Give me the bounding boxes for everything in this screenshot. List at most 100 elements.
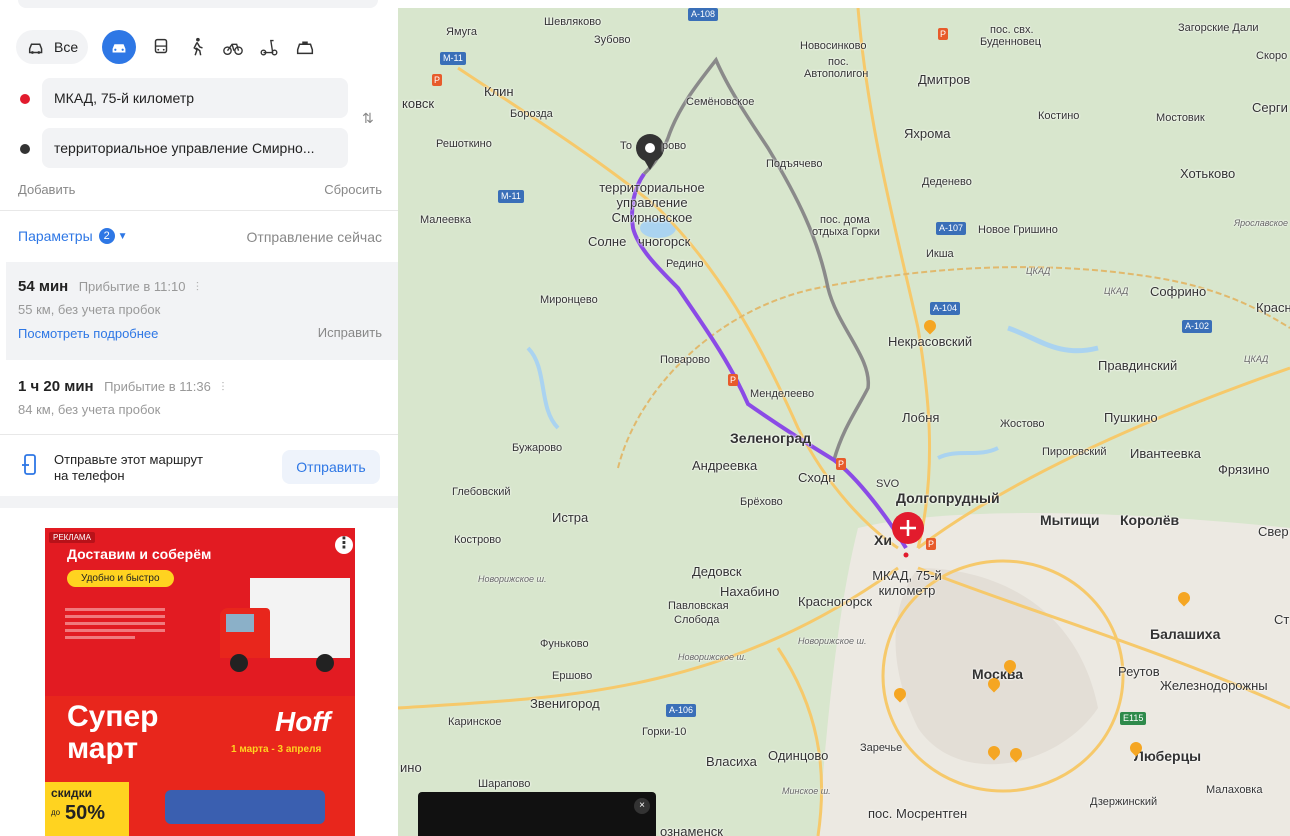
route-details-link[interactable]: Посмотреть подробнее xyxy=(18,326,158,341)
map-label: Икша xyxy=(926,248,954,260)
transport-modes: Все xyxy=(16,28,386,66)
map-label: Зубово xyxy=(594,34,631,46)
map-label: Скоро xyxy=(1256,50,1288,62)
map-label: Клин xyxy=(484,84,514,99)
fuel-station-icon: P xyxy=(938,28,949,40)
map-label: пос. дома xyxy=(820,214,870,226)
mode-all-button[interactable]: Все xyxy=(16,30,89,64)
map-label: Деденево xyxy=(922,176,972,188)
map[interactable]: Ямуга Шевляково Зубово А-108 Новосинково… xyxy=(398,8,1290,836)
map-label: Дмитров xyxy=(918,72,971,87)
map-label: Малеевка xyxy=(420,214,472,226)
map-label: Балашиха xyxy=(1150,626,1221,642)
map-label: Кострово xyxy=(454,534,502,546)
send-button[interactable]: Отправить xyxy=(282,450,380,484)
swap-points-icon[interactable]: ⇅ xyxy=(362,110,374,127)
mode-walk-button[interactable] xyxy=(186,30,208,64)
route-fix-link[interactable]: Исправить xyxy=(318,325,382,340)
traffic-light-icon: ⫶ xyxy=(195,280,199,294)
map-label: отдыха Горки xyxy=(812,226,880,238)
map-label: ино xyxy=(400,760,422,775)
mode-taxi-button[interactable] xyxy=(294,30,316,64)
map-label: Красногорск xyxy=(798,594,873,609)
road-shield: А-106 xyxy=(666,704,697,717)
map-label: пос. Мосрентген xyxy=(868,806,968,821)
map-label: Железнодорожны xyxy=(1160,678,1268,693)
route-duration: 54 мин xyxy=(18,278,69,295)
map-road-label: Новорижское ш. xyxy=(798,636,867,646)
close-icon[interactable]: × xyxy=(634,798,650,814)
map-label: Брёхово xyxy=(740,496,783,508)
route-to-input[interactable]: территориальное управление Смирно... xyxy=(42,128,348,168)
route-option-1[interactable]: 54 мин Прибытие в 11:10 ⫶ 55 км, без уче… xyxy=(6,262,398,360)
map-road-label: Минское ш. xyxy=(782,786,831,796)
map-label: Подъячево xyxy=(766,158,823,170)
map-road-label: Ярославское xyxy=(1234,218,1288,228)
map-label: Мытищи xyxy=(1040,512,1100,528)
delivery-truck-image xyxy=(220,578,350,688)
route-from-input[interactable]: МКАД, 75-й километр xyxy=(42,78,348,118)
params-button[interactable]: Параметры 2 ▼ xyxy=(18,228,128,244)
ad-fine-print xyxy=(65,604,165,684)
video-player-overlay[interactable]: × xyxy=(418,792,656,836)
map-label: Бужарово xyxy=(512,442,563,454)
add-point-button[interactable]: Добавить xyxy=(18,182,75,197)
map-label: Власиха xyxy=(706,754,757,769)
map-label: Королёв xyxy=(1120,512,1180,528)
map-label: Поварово xyxy=(660,354,710,366)
reset-button[interactable]: Сбросить xyxy=(324,182,382,197)
map-label: Шевляково xyxy=(544,16,602,28)
road-shield: М-11 xyxy=(498,190,524,203)
chevron-down-icon: ▼ xyxy=(117,230,128,242)
walk-icon xyxy=(193,37,203,56)
car-icon xyxy=(112,44,126,53)
map-label: Андреевка xyxy=(692,458,758,473)
bus-icon xyxy=(154,38,168,54)
map-label: Дзержинский xyxy=(1090,796,1158,808)
map-label: Костино xyxy=(1038,110,1080,122)
mode-scooter-button[interactable] xyxy=(258,30,280,64)
ad-super-line2: март xyxy=(67,732,139,765)
mode-transit-button[interactable] xyxy=(150,30,172,64)
more-options-icon[interactable]: ⋮ xyxy=(335,536,353,554)
map-road-label: ЦКАД xyxy=(1104,286,1129,296)
route-option-2[interactable]: 1 ч 20 мин Прибытие в 11:36 ⫶ 84 км, без… xyxy=(6,362,398,434)
departure-time-button[interactable]: Отправление сейчас xyxy=(247,229,382,245)
map-label: То xyxy=(620,140,632,152)
road-shield: А-102 xyxy=(1182,320,1213,333)
mode-car-button[interactable] xyxy=(102,30,137,64)
map-label: Одинцово xyxy=(768,748,829,763)
map-label: ковск xyxy=(402,96,435,111)
map-label: Истра xyxy=(552,510,589,525)
mode-bicycle-button[interactable] xyxy=(222,30,244,64)
map-label: Ямуга xyxy=(446,26,478,38)
send-text-line1: Отправьте этот маршрут xyxy=(54,452,203,467)
map-label: Загорские Дали xyxy=(1178,22,1259,34)
ad-super-line1: Супер xyxy=(67,700,159,733)
taxi-icon xyxy=(297,41,314,55)
params-label: Параметры xyxy=(18,228,93,244)
ad-dates: 1 марта - 3 апреля xyxy=(231,744,322,755)
from-dot-icon xyxy=(20,94,30,104)
map-label: Автополигон xyxy=(804,68,869,80)
route-arrival: Прибытие в 11:10 xyxy=(78,279,186,294)
map-label: Софрино xyxy=(1150,284,1207,299)
route-duration: 1 ч 20 мин xyxy=(18,378,94,395)
route-distance: 84 км, без учета пробок xyxy=(18,402,161,417)
map-road-label: ЦКАД xyxy=(1244,354,1269,364)
map-label: Зеленоград xyxy=(730,430,812,446)
advertisement-banner[interactable]: РЕКЛАМА ⋮ Доставим и соберём Удобно и бы… xyxy=(45,528,355,836)
map-label: Новое Гришино xyxy=(978,224,1058,236)
map-label: Шарапово xyxy=(478,778,531,790)
map-label: SVO xyxy=(876,478,900,490)
map-label: Долгопрудный xyxy=(896,490,1000,506)
to-dot-icon xyxy=(20,144,30,154)
map-label: Некрасовский xyxy=(888,334,973,349)
fuel-station-icon: P xyxy=(836,458,847,470)
scooter-icon xyxy=(260,39,278,56)
fuel-station-icon: P xyxy=(926,538,937,550)
map-label: Слобода xyxy=(674,614,720,626)
road-shield: Е115 xyxy=(1120,712,1147,725)
route-distance: 55 км, без учета пробок xyxy=(18,302,161,317)
map-label: пос. xyxy=(828,56,849,68)
